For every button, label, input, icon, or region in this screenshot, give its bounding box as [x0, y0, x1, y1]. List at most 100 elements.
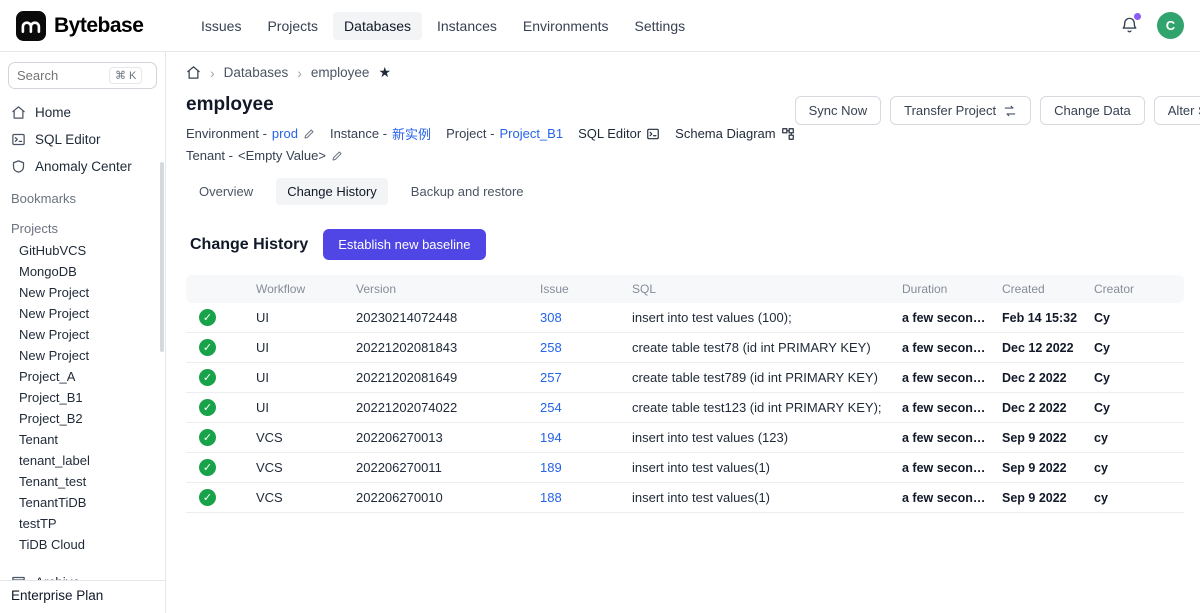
environment-meta: Environment - prod — [186, 126, 315, 141]
cell-duration: a few seconds — [894, 423, 994, 453]
nav-item[interactable]: Environments — [512, 12, 620, 40]
column-header: Version — [348, 275, 532, 303]
nav-item[interactable]: Projects — [256, 12, 329, 40]
tab[interactable]: Backup and restore — [400, 178, 535, 205]
cell-creator: Cy — [1086, 303, 1184, 333]
notification-bell-icon[interactable] — [1120, 16, 1139, 35]
cell-issue: 257 — [532, 363, 624, 393]
cell-created: Sep 9 2022 — [994, 453, 1086, 483]
issue-link[interactable]: 189 — [540, 460, 562, 475]
project-link[interactable]: Project_B1 — [499, 126, 563, 141]
table-row[interactable]: VCS 202206270010 188 insert into test va… — [186, 483, 1184, 513]
cell-workflow: VCS — [248, 423, 348, 453]
sidebar-project-item[interactable]: New Project — [0, 345, 165, 366]
sidebar-project-item[interactable]: TenantTiDB — [0, 492, 165, 513]
edit-pencil-icon[interactable] — [303, 128, 315, 140]
table-row[interactable]: VCS 202206270013 194 insert into test va… — [186, 423, 1184, 453]
success-check-icon — [199, 339, 216, 356]
table-row[interactable]: UI 20221202081649 257 create table test7… — [186, 363, 1184, 393]
bytebase-brand[interactable]: Bytebase — [16, 11, 164, 41]
breadcrumb-separator — [297, 65, 302, 81]
edit-pencil-icon[interactable] — [331, 150, 343, 162]
breadcrumb-databases[interactable]: Databases — [224, 65, 289, 80]
environment-link[interactable]: prod — [272, 126, 298, 141]
sidebar-project-item[interactable]: New Project — [0, 282, 165, 303]
cell-version: 20221202074022 — [348, 393, 532, 423]
cell-workflow: VCS — [248, 453, 348, 483]
table-row[interactable]: UI 20230214072448 308 insert into test v… — [186, 303, 1184, 333]
sidebar-item-sql-editor[interactable]: SQL Editor — [0, 126, 165, 153]
cell-issue: 308 — [532, 303, 624, 333]
sidebar-project-item[interactable]: GitHubVCS — [0, 240, 165, 261]
plan-label[interactable]: Enterprise Plan — [0, 580, 165, 613]
cell-duration: a few seconds — [894, 333, 994, 363]
database-meta: Environment - prod Instance - 新实例 Projec… — [186, 124, 795, 143]
sidebar-project-item[interactable]: TiDB Cloud — [0, 534, 165, 555]
issue-link[interactable]: 257 — [540, 370, 562, 385]
nav-item[interactable]: Issues — [190, 12, 252, 40]
cell-workflow: UI — [248, 303, 348, 333]
cell-created: Dec 2 2022 — [994, 363, 1086, 393]
sidebar-project-item[interactable]: New Project — [0, 303, 165, 324]
table-row[interactable]: UI 20221202074022 254 create table test1… — [186, 393, 1184, 423]
cell-duration: a few seconds — [894, 453, 994, 483]
sidebar-project-item[interactable]: Project_B2 — [0, 408, 165, 429]
issue-link[interactable]: 194 — [540, 430, 562, 445]
nav-item[interactable]: Databases — [333, 12, 422, 40]
sidebar-item-home[interactable]: Home — [0, 99, 165, 126]
cell-status — [186, 333, 248, 363]
table-row[interactable]: UI 20221202081843 258 create table test7… — [186, 333, 1184, 363]
nav-item[interactable]: Instances — [426, 12, 508, 40]
cell-sql: insert into test values(1) — [624, 483, 894, 513]
cell-issue: 254 — [532, 393, 624, 423]
cell-status — [186, 453, 248, 483]
sidebar-project-item[interactable]: testTP — [0, 513, 165, 534]
cell-status — [186, 303, 248, 333]
cell-sql: create table test78 (id int PRIMARY KEY) — [624, 333, 894, 363]
home-icon — [11, 105, 26, 120]
column-header: Creator — [1086, 275, 1184, 303]
sidebar-scrollbar[interactable] — [160, 162, 164, 352]
tab[interactable]: Change History — [276, 178, 388, 205]
issue-link[interactable]: 308 — [540, 310, 562, 325]
sidebar-project-item[interactable]: Tenant — [0, 429, 165, 450]
sidebar: ⌘ K Home SQL Editor Anomaly Center Bookm… — [0, 52, 166, 613]
cell-creator: cy — [1086, 453, 1184, 483]
change-data-button[interactable]: Change Data — [1040, 96, 1145, 125]
search-box[interactable]: ⌘ K — [8, 62, 157, 89]
sidebar-project-item[interactable]: Tenant_test — [0, 471, 165, 492]
schema-diagram-shortcut[interactable]: Schema Diagram — [675, 126, 794, 141]
issue-link[interactable]: 254 — [540, 400, 562, 415]
breadcrumb-home-icon[interactable] — [186, 65, 201, 80]
breadcrumb: Databases employee — [186, 64, 1184, 81]
sidebar-project-item[interactable]: Project_A — [0, 366, 165, 387]
sidebar-project-item[interactable]: tenant_label — [0, 450, 165, 471]
cell-version: 202206270010 — [348, 483, 532, 513]
project-list: GitHubVCSMongoDBNew ProjectNew ProjectNe… — [0, 240, 165, 555]
bookmark-star-icon[interactable] — [378, 64, 391, 81]
establish-baseline-button[interactable]: Establish new baseline — [323, 229, 485, 260]
tab[interactable]: Overview — [188, 178, 264, 205]
sidebar-project-item[interactable]: MongoDB — [0, 261, 165, 282]
user-avatar[interactable]: C — [1157, 12, 1184, 39]
issue-link[interactable]: 258 — [540, 340, 562, 355]
issue-link[interactable]: 188 — [540, 490, 562, 505]
alter-schema-button[interactable]: Alter Schema — [1154, 96, 1200, 125]
breadcrumb-current: employee — [311, 65, 370, 80]
transfer-project-button[interactable]: Transfer Project — [890, 96, 1031, 125]
sync-now-button[interactable]: Sync Now — [795, 96, 882, 125]
sidebar-section-projects: Projects — [0, 210, 165, 240]
sidebar-project-item[interactable]: Project_B1 — [0, 387, 165, 408]
cell-created: Feb 14 15:32 — [994, 303, 1086, 333]
instance-meta: Instance - 新实例 — [330, 124, 431, 143]
transfer-arrows-icon — [1003, 104, 1017, 118]
section-title: Change History — [190, 236, 308, 254]
instance-link[interactable]: 新实例 — [392, 124, 431, 143]
table-row[interactable]: VCS 202206270011 189 insert into test va… — [186, 453, 1184, 483]
search-input[interactable] — [17, 68, 105, 83]
sidebar-project-item[interactable]: New Project — [0, 324, 165, 345]
brand-name: Bytebase — [54, 14, 143, 38]
sidebar-item-anomaly-center[interactable]: Anomaly Center — [0, 153, 165, 180]
nav-item[interactable]: Settings — [624, 12, 697, 40]
sql-editor-shortcut[interactable]: SQL Editor — [578, 126, 660, 141]
